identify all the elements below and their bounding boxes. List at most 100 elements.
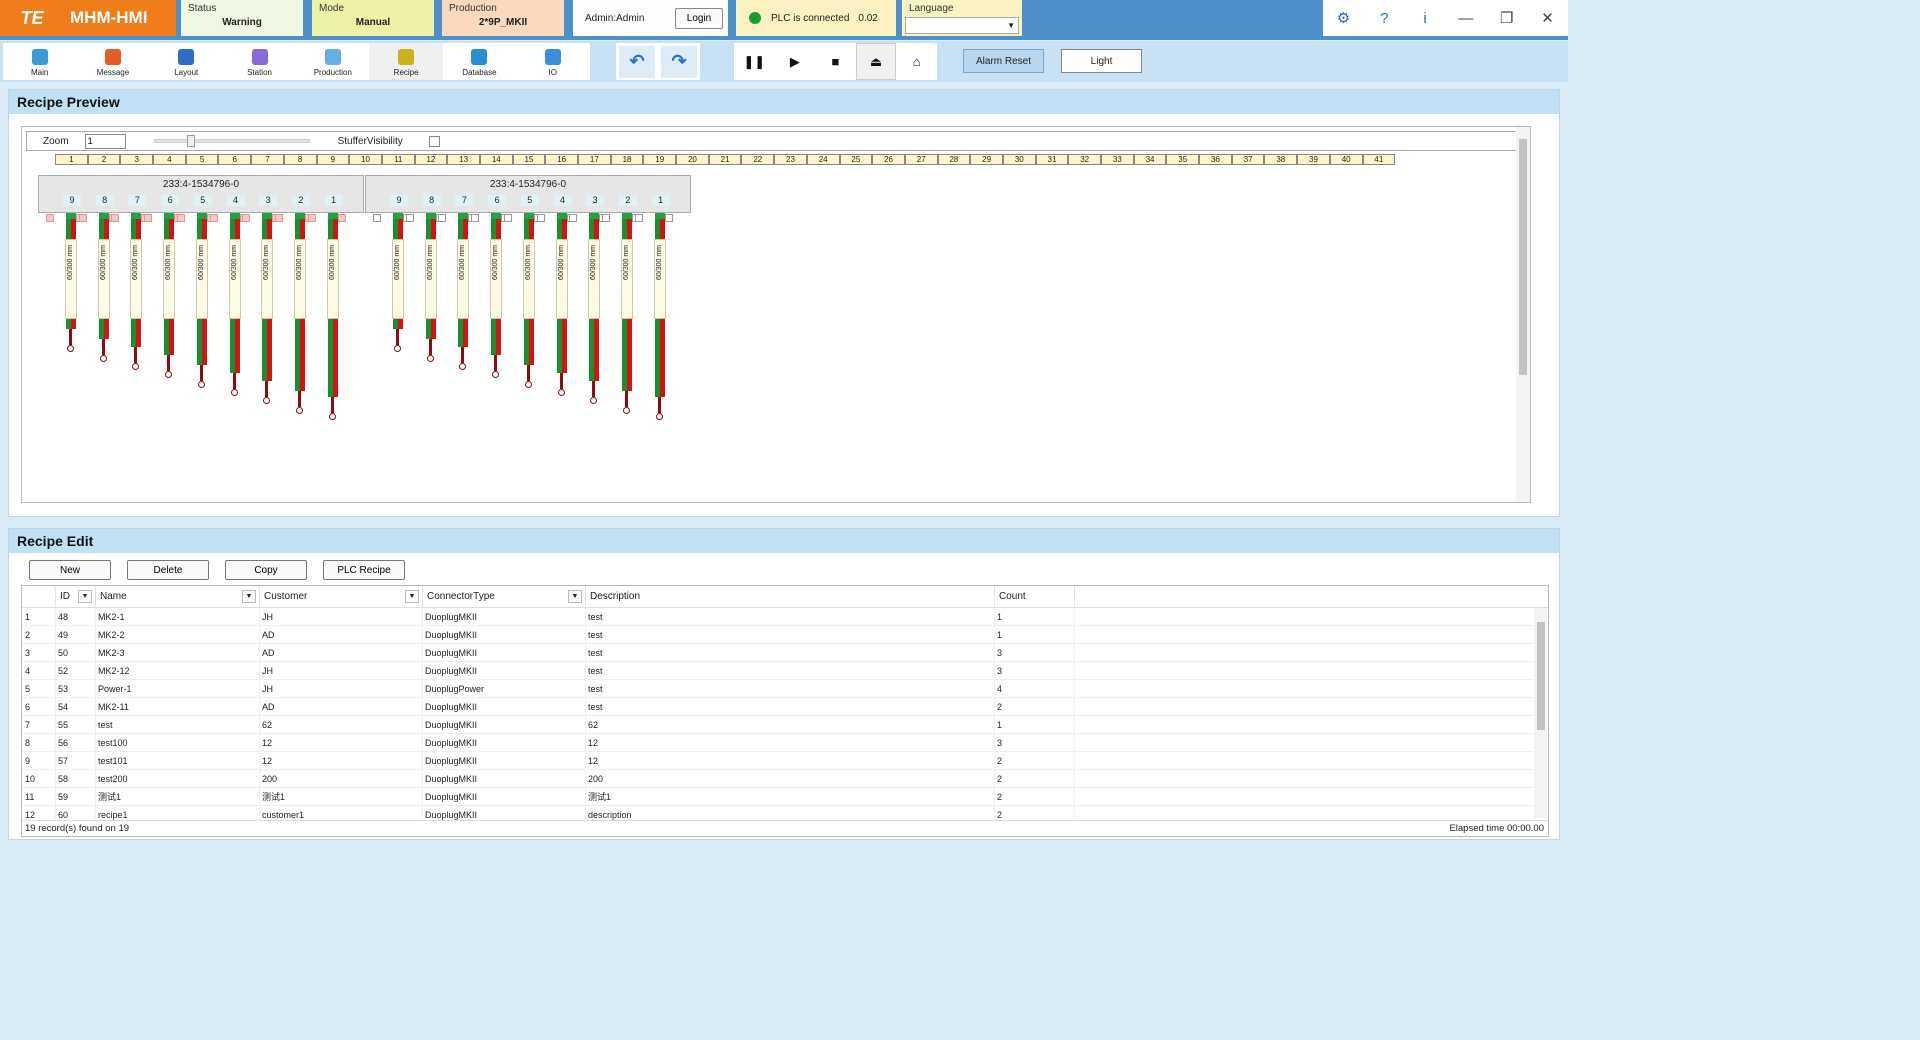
column-header-id[interactable]: ID ▼: [56, 586, 96, 608]
table-cell[interactable]: 62: [260, 716, 423, 734]
table-cell[interactable]: 4: [995, 680, 1075, 698]
pin-marker[interactable]: [307, 214, 316, 222]
position-cell[interactable]: 37: [1231, 154, 1265, 165]
position-cell[interactable]: 23: [774, 154, 807, 165]
table-cell[interactable]: DuoplugMKII: [423, 698, 586, 716]
table-row[interactable]: 3 50 MK2-3 AD DuoplugMKII test 3: [22, 644, 1534, 662]
pin-marker[interactable]: [569, 214, 578, 222]
wire[interactable]: 60/300 mm: [392, 213, 404, 352]
table-row[interactable]: 10 58 test200 200 DuoplugMKII 200 2: [22, 770, 1534, 788]
table-cell[interactable]: MK2-12: [96, 662, 260, 680]
zoom-slider[interactable]: [153, 135, 310, 147]
position-cell[interactable]: 29: [970, 154, 1003, 165]
table-row[interactable]: 1 48 MK2-1 JH DuoplugMKII test 1: [22, 608, 1534, 626]
table-cell[interactable]: 2: [995, 770, 1075, 788]
pause-icon[interactable]: ❚❚: [734, 43, 775, 80]
pin-marker[interactable]: [373, 214, 381, 222]
pin-marker[interactable]: [46, 214, 54, 222]
row-number[interactable]: 11: [22, 788, 56, 806]
table-cell[interactable]: 56: [56, 734, 96, 752]
position-cell[interactable]: 1: [55, 154, 88, 165]
wire[interactable]: 60/300 mm: [130, 213, 143, 370]
minimize-icon[interactable]: —: [1445, 10, 1486, 27]
table-row[interactable]: 8 56 test100 12 DuoplugMKII 12 3: [22, 734, 1534, 752]
position-cell[interactable]: 26: [872, 154, 905, 165]
position-cell[interactable]: 34: [1133, 154, 1167, 165]
table-cell[interactable]: DuoplugMKII: [423, 716, 586, 734]
table-cell[interactable]: 59: [56, 788, 96, 806]
nav-item-io[interactable]: IO: [516, 43, 589, 80]
row-number[interactable]: 5: [22, 680, 56, 698]
table-cell[interactable]: AD: [260, 626, 423, 644]
gear-icon[interactable]: ⚙: [1323, 9, 1364, 27]
table-scrollbar[interactable]: [1534, 608, 1547, 818]
table-scrollbar-thumb[interactable]: [1537, 622, 1545, 730]
wire[interactable]: 60/300 mm: [424, 213, 437, 362]
table-cell[interactable]: 62: [586, 716, 995, 734]
info-icon[interactable]: i: [1405, 10, 1446, 27]
nav-item-message[interactable]: Message: [76, 43, 149, 80]
table-row[interactable]: 5 53 Power-1 JH DuoplugPower test 4: [22, 680, 1534, 698]
position-cell[interactable]: 18: [610, 154, 644, 165]
table-cell[interactable]: 测试1: [96, 788, 260, 806]
position-cell[interactable]: 6: [218, 154, 252, 165]
row-number[interactable]: 4: [22, 662, 56, 680]
table-cell[interactable]: JH: [260, 680, 423, 698]
table-cell[interactable]: 1: [995, 626, 1075, 644]
zoom-input[interactable]: [84, 133, 126, 149]
table-cell[interactable]: MK2-11: [96, 698, 260, 716]
filter-dropdown-icon[interactable]: ▼: [568, 590, 582, 603]
row-number[interactable]: 2: [22, 626, 56, 644]
nav-item-database[interactable]: Database: [443, 43, 516, 80]
position-cell[interactable]: 28: [937, 154, 971, 165]
wire[interactable]: 60/300 mm: [588, 213, 601, 404]
position-cell[interactable]: 8: [283, 154, 317, 165]
table-cell[interactable]: test: [96, 716, 260, 734]
table-cell[interactable]: 2: [995, 698, 1075, 716]
position-cell[interactable]: 40: [1329, 154, 1363, 165]
wire[interactable]: 60/300 mm: [555, 213, 568, 396]
connector-block[interactable]: 233:4-1534796-0 9 8 7 6 5 4 3 2 1: [365, 175, 691, 213]
new-button[interactable]: New: [29, 560, 111, 580]
column-header-connectortype[interactable]: ConnectorType ▼: [423, 586, 586, 608]
table-cell[interactable]: 2: [995, 788, 1075, 806]
wire[interactable]: 60/300 mm: [97, 213, 110, 362]
table-row[interactable]: 9 57 test101 12 DuoplugMKII 12 2: [22, 752, 1534, 770]
position-cell[interactable]: 32: [1068, 154, 1101, 165]
table-cell[interactable]: 1: [995, 608, 1075, 626]
table-cell[interactable]: 55: [56, 716, 96, 734]
pin-marker[interactable]: [111, 214, 120, 222]
wire[interactable]: 60/300 mm: [490, 213, 503, 378]
table-cell[interactable]: 2: [995, 752, 1075, 770]
table-cell[interactable]: 53: [56, 680, 96, 698]
close-icon[interactable]: ✕: [1527, 9, 1568, 27]
undo-icon[interactable]: ↶: [619, 45, 655, 78]
language-select[interactable]: ▼: [905, 17, 1019, 34]
table-cell[interactable]: 12: [586, 752, 995, 770]
redo-icon[interactable]: ↷: [661, 45, 697, 78]
table-cell[interactable]: 50: [56, 644, 96, 662]
wire[interactable]: 60/300 mm: [195, 213, 208, 388]
pin-marker[interactable]: [242, 214, 251, 222]
position-cell[interactable]: 12: [414, 154, 448, 165]
table-cell[interactable]: 1: [995, 716, 1075, 734]
login-button[interactable]: Login: [675, 8, 723, 29]
table-cell[interactable]: test101: [96, 752, 260, 770]
table-cell[interactable]: AD: [260, 644, 423, 662]
table-cell[interactable]: DuoplugMKII: [423, 734, 586, 752]
table-row[interactable]: 4 52 MK2-12 JH DuoplugMKII test 3: [22, 662, 1534, 680]
wire[interactable]: 60/300 mm: [457, 213, 470, 370]
table-cell[interactable]: test: [586, 698, 995, 716]
nav-item-main[interactable]: Main: [3, 43, 76, 80]
nav-item-recipe[interactable]: Recipe: [369, 43, 443, 80]
table-cell[interactable]: 49: [56, 626, 96, 644]
light-button[interactable]: Light: [1061, 49, 1142, 73]
table-cell[interactable]: JH: [260, 662, 423, 680]
table-cell[interactable]: 3: [995, 644, 1075, 662]
table-cell[interactable]: DuoplugMKII: [423, 752, 586, 770]
table-cell[interactable]: 200: [260, 770, 423, 788]
position-cell[interactable]: 33: [1101, 154, 1134, 165]
table-cell[interactable]: test: [586, 608, 995, 626]
position-cell[interactable]: 20: [676, 154, 709, 165]
table-cell[interactable]: 12: [260, 752, 423, 770]
